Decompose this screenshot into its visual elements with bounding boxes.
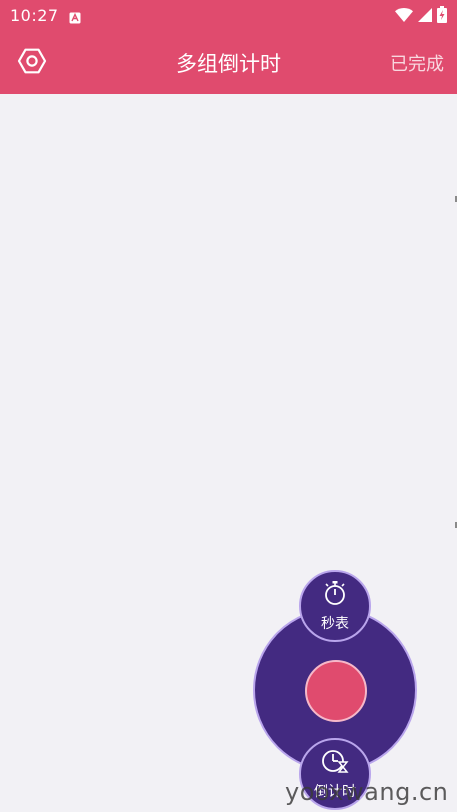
battery-charging-icon bbox=[437, 5, 447, 27]
countdown-clock-icon bbox=[321, 748, 349, 778]
stopwatch-label: 秒表 bbox=[321, 615, 349, 632]
app-bar: 多组倒计时 已完成 bbox=[0, 32, 457, 94]
stopwatch-icon bbox=[322, 580, 348, 610]
stopwatch-button[interactable]: 秒表 bbox=[299, 570, 371, 642]
watermark: yooxwang.cn bbox=[285, 778, 449, 806]
status-icons bbox=[395, 5, 447, 27]
status-bar: 10:27 bbox=[0, 0, 457, 32]
signal-icon bbox=[418, 7, 432, 26]
wifi-icon bbox=[395, 7, 413, 26]
page-title: 多组倒计时 bbox=[176, 52, 281, 76]
status-time: 10:27 bbox=[10, 6, 59, 25]
completed-button[interactable]: 已完成 bbox=[390, 50, 444, 76]
fab-main-button[interactable] bbox=[305, 660, 367, 722]
notification-icon bbox=[69, 9, 81, 24]
